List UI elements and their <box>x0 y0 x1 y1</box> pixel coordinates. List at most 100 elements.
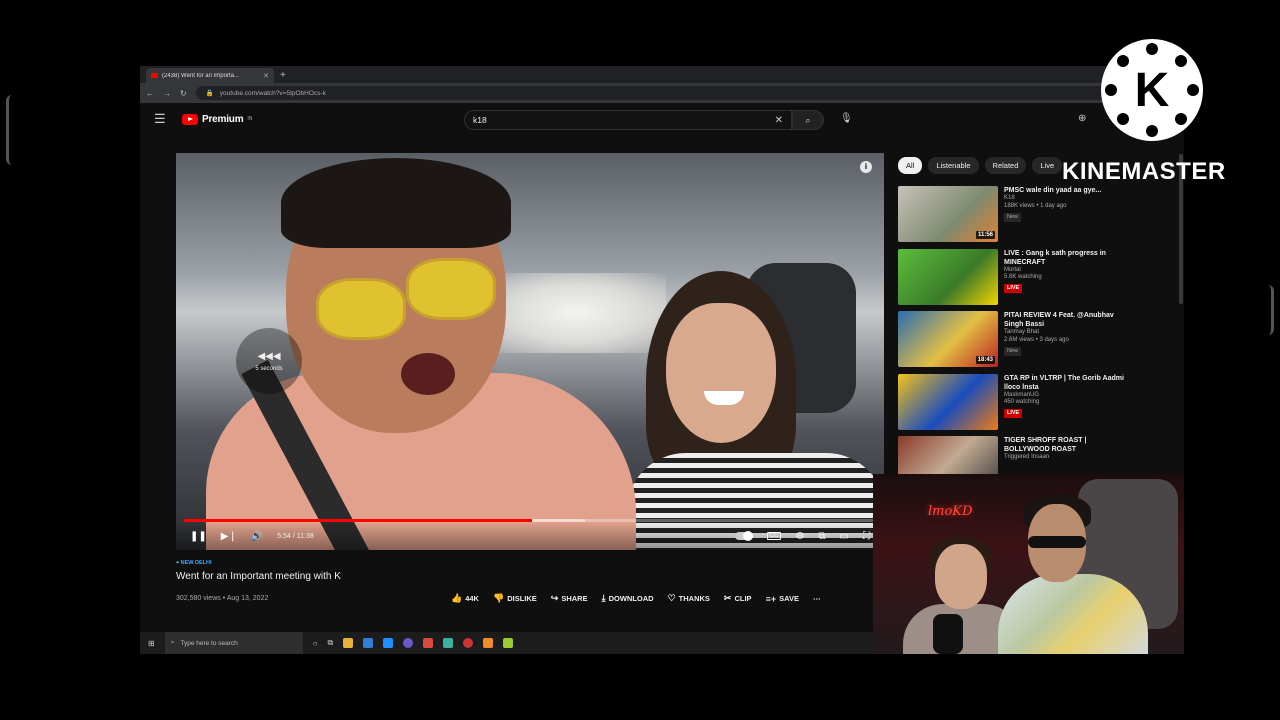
region-code: IN <box>247 116 253 122</box>
download-button[interactable]: ⤓ DOWNLOAD <box>602 593 654 604</box>
rewind-overlay: ◀◀◀ 5 seconds <box>236 328 302 394</box>
file-explorer-icon[interactable] <box>343 638 354 648</box>
app-icon[interactable] <box>503 638 514 648</box>
miniplayer-icon[interactable]: ⧉ <box>818 531 825 542</box>
hamburger-menu-icon[interactable]: ☰ <box>154 111 174 127</box>
rec-channel[interactable]: Tanmay Bhat <box>1004 329 1134 337</box>
list-item[interactable]: 18:43 PITAI REVIEW 4 Feat. @Anubhav Sing… <box>898 311 1178 374</box>
store-icon[interactable] <box>363 638 374 648</box>
video-player[interactable]: ◀◀◀ 5 seconds i ❚❚ ▶❘ 🔊 5:54 / 11:38 CC … <box>176 153 884 550</box>
share-button[interactable]: ↪ SHARE <box>551 593 588 604</box>
rec-channel[interactable]: K18 <box>1004 195 1134 203</box>
theater-mode-icon[interactable]: ▭ <box>840 531 849 542</box>
yellow-glasses-left <box>316 278 406 340</box>
video-thumbnail[interactable]: 11:56 <box>898 186 998 242</box>
chip-all[interactable]: All <box>898 157 923 174</box>
filter-chips: All Listenable Related Live <box>898 157 1063 174</box>
reload-icon[interactable]: ↻ <box>180 89 187 98</box>
url-text: youtube.com/watch?v=5tpObHOcs-k <box>219 89 326 97</box>
chip-related[interactable]: Related <box>984 157 1027 174</box>
more-actions-button[interactable]: ⋯ <box>813 593 821 604</box>
clip-button[interactable]: ✂ CLIP <box>724 593 752 604</box>
rec-title[interactable]: GTA RP in VLTRP | The Gorib Aadmi lloco … <box>1004 374 1134 392</box>
man-hair <box>281 158 511 248</box>
rec-channel[interactable]: Mortal <box>1004 267 1134 275</box>
subtitles-icon[interactable]: CC <box>766 532 782 540</box>
rewind-label: 5 seconds <box>255 365 283 372</box>
action-buttons: 👍 44K 👎 DISLIKE ↪ SHARE ⤓ DOWNLOAD ♡ THANKS ✂… <box>451 593 820 604</box>
chrome-icon[interactable] <box>403 638 414 648</box>
thanks-button[interactable]: ♡ THANKS <box>668 593 710 604</box>
app-icon[interactable] <box>423 638 434 648</box>
autoplay-toggle[interactable] <box>734 531 753 541</box>
man-mouth <box>401 353 455 395</box>
playlist-add-icon: ≡+ <box>765 593 777 604</box>
location-tag[interactable]: ⌖ NEW DELHI <box>176 560 884 567</box>
clear-search-icon[interactable]: ✕ <box>775 115 783 126</box>
share-label: SHARE <box>561 594 588 603</box>
windows-start-icon[interactable]: ⊞ <box>148 639 155 648</box>
rec-title[interactable]: PMSC wale din yaad aa gye... <box>1004 186 1134 195</box>
settings-gear-icon[interactable]: ⚙ <box>795 531 804 542</box>
tab-close-icon[interactable]: ✕ <box>263 72 269 80</box>
browser-toolbar: ← → ↻ 🔒 youtube.com/watch?v=5tpObHOcs-k … <box>140 83 1184 103</box>
recommendations-list: 11:56 PMSC wale din yaad aa gye... K18 1… <box>898 186 1178 499</box>
video-thumbnail[interactable] <box>898 373 998 430</box>
forward-icon[interactable]: → <box>163 89 171 98</box>
save-label: SAVE <box>779 594 799 603</box>
list-item[interactable]: 11:56 PMSC wale din yaad aa gye... K18 1… <box>898 186 1178 249</box>
search-icon: ⌕ <box>805 114 811 125</box>
yellow-glasses-right <box>406 258 496 320</box>
address-bar[interactable]: 🔒 youtube.com/watch?v=5tpObHOcs-k <box>195 86 1150 100</box>
thumbs-down-icon: 👎 <box>492 593 505 603</box>
rec-meta: 2.6M views • 3 days ago <box>1004 336 1069 343</box>
like-button[interactable]: 👍 44K <box>451 593 479 604</box>
dislike-button[interactable]: 👎 DISLIKE <box>493 593 537 604</box>
task-view-icon[interactable]: ⧉ <box>328 638 334 648</box>
app-icon[interactable] <box>483 638 494 648</box>
new-badge: New <box>1004 346 1022 356</box>
back-icon[interactable]: ← <box>146 89 154 98</box>
app-icon[interactable] <box>443 638 454 648</box>
like-count: 44K <box>465 594 479 603</box>
dislike-label: DISLIKE <box>507 594 537 603</box>
recording-frame: (2438) Went for an Importa... ✕ + ← → ↻ … <box>0 0 1280 720</box>
chip-listenable[interactable]: Listenable <box>928 157 979 174</box>
mail-icon[interactable] <box>383 638 394 648</box>
microphone-icon[interactable]: 🎙 <box>840 113 853 124</box>
fullscreen-icon[interactable]: ⛶ <box>863 531 870 542</box>
player-controls: ❚❚ ▶❘ 🔊 5:54 / 11:38 CC ⚙ ⧉ ▭ ⛶ <box>176 522 884 550</box>
create-icon[interactable]: ⊕ <box>1078 113 1086 124</box>
rec-title[interactable]: LIVE : Gang k sath progress in MINECRAFT <box>1004 249 1134 267</box>
video-thumbnail[interactable] <box>898 248 998 305</box>
next-icon[interactable]: ▶❘ <box>221 531 237 542</box>
views-and-date: 302,580 views • Aug 13, 2022 <box>176 595 269 602</box>
car-window <box>486 273 666 353</box>
browser-tab-bar: (2438) Went for an Importa... ✕ + <box>140 66 1184 83</box>
pause-icon[interactable]: ❚❚ <box>190 531 207 542</box>
browser-tab[interactable]: (2438) Went for an Importa... ✕ <box>146 68 274 83</box>
cortana-icon[interactable]: ○ <box>313 639 318 648</box>
list-item[interactable]: GTA RP in VLTRP | The Gorib Aadmi lloco … <box>898 373 1178 437</box>
kinemaster-logo: K <box>1101 39 1203 141</box>
info-icon[interactable]: i <box>860 161 872 173</box>
video-details: ⌖ NEW DELHI Went for an Important meetin… <box>176 560 884 604</box>
youtube-logo[interactable]: Premium IN <box>182 113 253 125</box>
rec-channel[interactable]: Triggered Insaan <box>1004 454 1134 462</box>
search-button[interactable]: ⌕ <box>792 110 824 130</box>
video-thumbnail[interactable]: 18:43 <box>898 311 998 367</box>
list-item[interactable]: LIVE : Gang k sath progress in MINECRAFT… <box>898 248 1178 312</box>
new-tab-button[interactable]: + <box>280 68 286 83</box>
taskbar-search-input[interactable]: ⌕ Type here to search <box>164 632 303 654</box>
live-badge: LIVE <box>1004 284 1023 294</box>
rec-title[interactable]: PITAI REVIEW 4 Feat. @Anubhav Singh Bass… <box>1004 311 1134 329</box>
chip-live[interactable]: Live <box>1032 157 1063 174</box>
volume-icon[interactable]: 🔊 <box>251 531 263 542</box>
save-button[interactable]: ≡+ SAVE <box>766 593 799 604</box>
app-icon[interactable] <box>463 638 474 648</box>
rec-title[interactable]: TIGER SHROFF ROAST | BOLLYWOOD ROAST <box>1004 436 1134 454</box>
rec-channel[interactable]: MaskmanUG <box>1004 392 1134 400</box>
tab-title: (2438) Went for an Importa... <box>162 72 239 79</box>
live-badge: LIVE <box>1004 409 1023 419</box>
search-input[interactable]: k18 ✕ <box>464 110 792 130</box>
